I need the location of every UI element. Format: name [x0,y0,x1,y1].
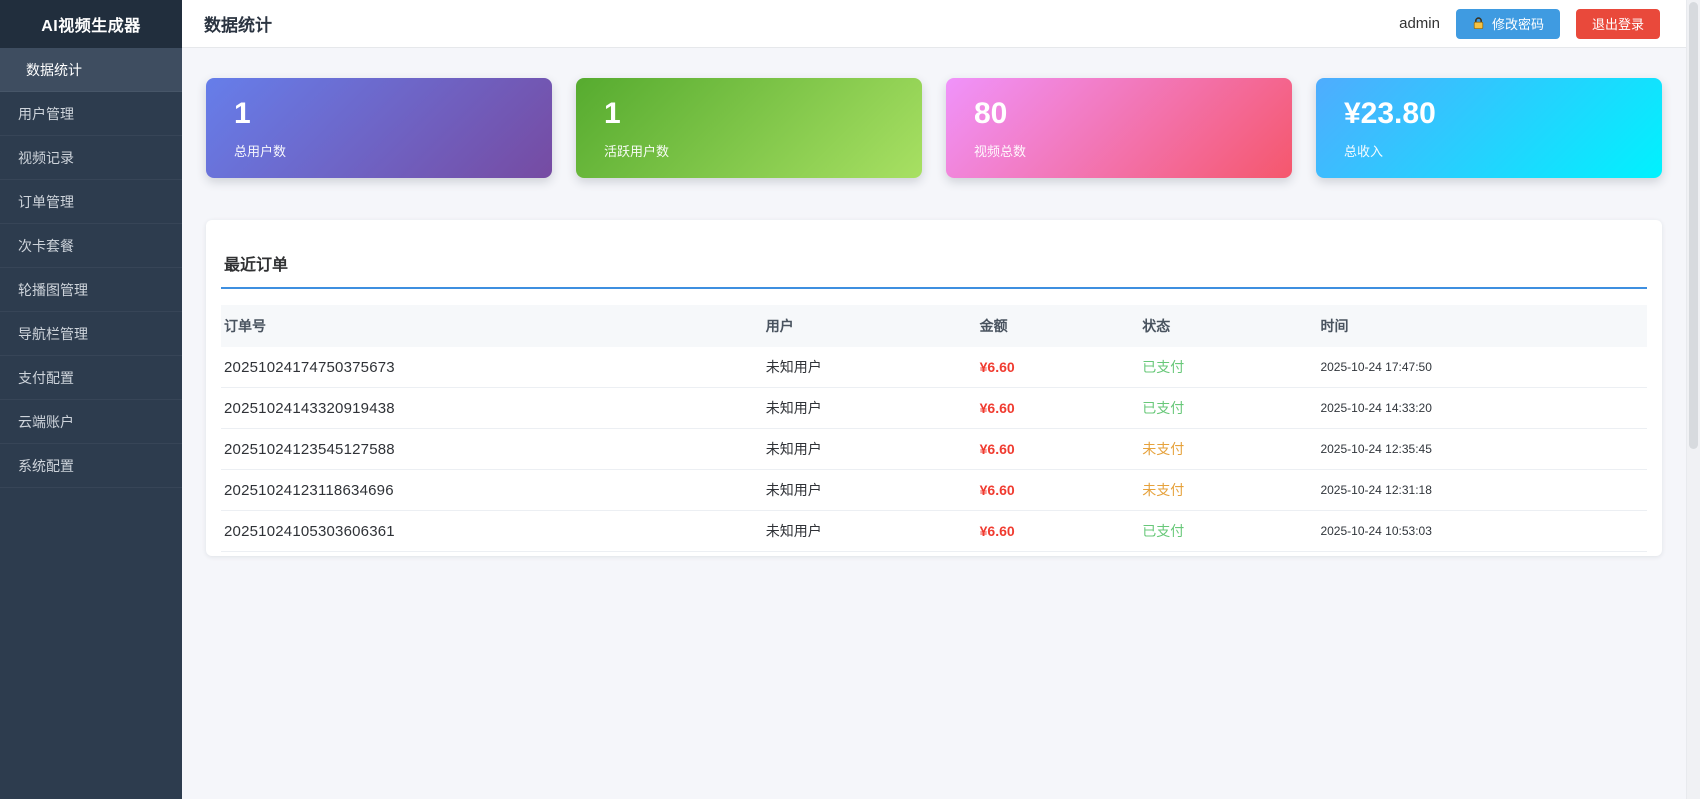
app-logo: AI视频生成器 [0,0,182,48]
orders-column-header: 订单号 [221,305,756,347]
scrollbar[interactable] [1686,0,1700,799]
user-cell: 未知用户 [756,470,970,511]
orders-column-header: 状态 [1132,305,1310,347]
sidebar-item-banners[interactable]: 轮播图管理 [0,268,182,312]
status-cell: 已支付 [1132,388,1310,429]
topbar-right: admin 修改密码 退出登录 [1399,9,1660,39]
sidebar-item-label: 云端账户 [18,412,74,432]
stat-value: ¥23.80 [1344,97,1634,130]
user-cell: 未知用户 [756,511,970,552]
orders-table-head: 订单号 用户 金额 状态 时间 [221,305,1647,347]
sidebar-item-label: 用户管理 [18,104,74,124]
user-cell: 未知用户 [756,388,970,429]
sidebar-item-label: 轮播图管理 [18,280,88,300]
table-row: 20251024174750375673 未知用户 ¥6.60 已支付 2025… [221,347,1647,388]
orders-column-header: 金额 [970,305,1133,347]
app-root: AI视频生成器 数据统计 用户管理 视频记录 订单管理 次 [0,0,1700,799]
order-number-cell: 20251024143320919438 [221,388,756,429]
order-number-cell: 20251024123545127588 [221,429,756,470]
stat-value: 1 [234,97,524,130]
main-area: 数据统计 admin 修改密码 退出登录 [182,0,1686,799]
sidebar-item-label: 视频记录 [18,148,74,168]
stat-value: 80 [974,97,1264,130]
amount-cell: ¥6.60 [970,388,1133,429]
logout-button[interactable]: 退出登录 [1576,9,1660,39]
orders-column-header: 用户 [756,305,970,347]
sidebar-item-videos[interactable]: 视频记录 [0,136,182,180]
amount-cell: ¥6.60 [970,347,1133,388]
lock-icon [1472,17,1485,30]
amount-cell: ¥6.60 [970,511,1133,552]
stat-card-total-users: 1 总用户数 [206,78,552,178]
recent-orders-card: 最近订单 订单号 用户 金额 [206,220,1662,556]
sidebar-item-label: 数据统计 [26,60,82,80]
sidebar-item-label: 导航栏管理 [18,324,88,344]
page-title: 数据统计 [204,11,272,36]
table-row: 20251024123545127588 未知用户 ¥6.60 未支付 2025… [221,429,1647,470]
orders-table-body: 20251024174750375673 未知用户 ¥6.60 已支付 2025… [221,347,1647,552]
stat-label: 总用户数 [234,141,524,160]
sidebar-item-navbar[interactable]: 导航栏管理 [0,312,182,356]
order-number-cell: 20251024105303606361 [221,511,756,552]
sidebar-item-payment[interactable]: 支付配置 [0,356,182,400]
change-password-label: 修改密码 [1492,14,1544,33]
sidebar-item-label: 次卡套餐 [18,236,74,256]
user-cell: 未知用户 [756,429,970,470]
sidebar-item-system[interactable]: 系统配置 [0,444,182,488]
stat-label: 活跃用户数 [604,141,894,160]
content: 1 总用户数 1 活跃用户数 80 视频总数 ¥23.80 [182,48,1686,799]
status-cell: 未支付 [1132,429,1310,470]
stat-card-row: 1 总用户数 1 活跃用户数 80 视频总数 ¥23.80 [206,78,1662,178]
stat-card-total-videos: 80 视频总数 [946,78,1292,178]
sidebar: AI视频生成器 数据统计 用户管理 视频记录 订单管理 次 [0,0,182,799]
time-cell: 2025-10-24 14:33:20 [1310,388,1647,429]
sidebar-item-users[interactable]: 用户管理 [0,92,182,136]
sidebar-nav: 数据统计 用户管理 视频记录 订单管理 次卡套餐 [0,48,182,488]
order-number-cell: 20251024174750375673 [221,347,756,388]
amount-cell: ¥6.60 [970,429,1133,470]
scrollbar-thumb[interactable] [1689,2,1698,449]
time-cell: 2025-10-24 10:53:03 [1310,511,1647,552]
sidebar-item-stats[interactable]: 数据统计 [0,48,182,92]
logout-label: 退出登录 [1592,14,1644,33]
orders-table: 订单号 用户 金额 状态 时间 [221,305,1647,552]
time-cell: 2025-10-24 12:31:18 [1310,470,1647,511]
status-cell: 已支付 [1132,347,1310,388]
sidebar-item-label: 支付配置 [18,368,74,388]
table-row: 20251024143320919438 未知用户 ¥6.60 已支付 2025… [221,388,1647,429]
stat-card-active-users: 1 活跃用户数 [576,78,922,178]
status-cell: 已支付 [1132,511,1310,552]
sidebar-item-cloud[interactable]: 云端账户 [0,400,182,444]
user-cell: 未知用户 [756,347,970,388]
stat-label: 总收入 [1344,141,1634,160]
sidebar-item-label: 系统配置 [18,456,74,476]
stat-value: 1 [604,97,894,130]
order-number-cell: 20251024123118634696 [221,470,756,511]
topbar: 数据统计 admin 修改密码 退出登录 [182,0,1686,48]
table-row: 20251024123118634696 未知用户 ¥6.60 未支付 2025… [221,470,1647,511]
orders-column-header: 时间 [1310,305,1647,347]
amount-cell: ¥6.60 [970,470,1133,511]
stat-label: 视频总数 [974,141,1264,160]
sidebar-item-packages[interactable]: 次卡套餐 [0,224,182,268]
time-cell: 2025-10-24 12:35:45 [1310,429,1647,470]
sidebar-item-label: 订单管理 [18,192,74,212]
time-cell: 2025-10-24 17:47:50 [1310,347,1647,388]
table-row: 20251024105303606361 未知用户 ¥6.60 已支付 2025… [221,511,1647,552]
sidebar-item-orders[interactable]: 订单管理 [0,180,182,224]
username-label: admin [1399,15,1440,32]
change-password-button[interactable]: 修改密码 [1456,9,1560,39]
status-cell: 未支付 [1132,470,1310,511]
stat-card-total-revenue: ¥23.80 总收入 [1316,78,1662,178]
recent-orders-title: 最近订单 [221,251,1647,289]
